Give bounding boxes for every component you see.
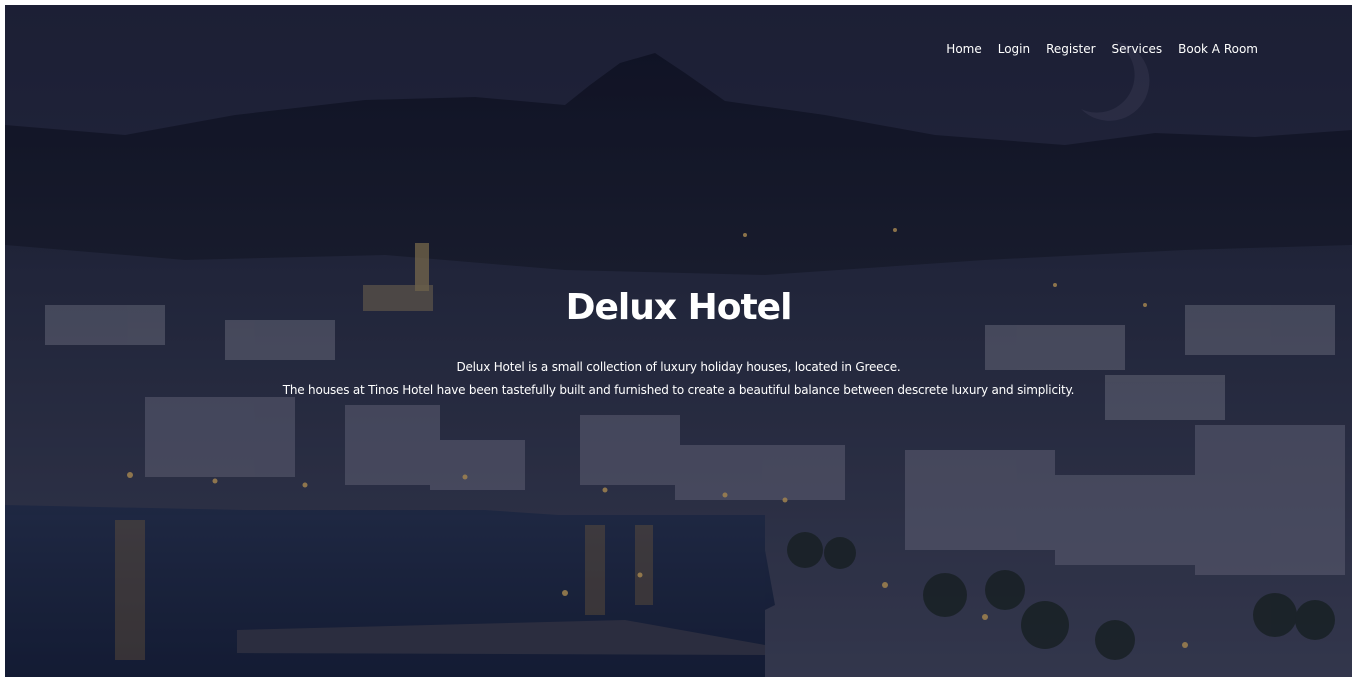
- hero-description-line-1: Delux Hotel is a small collection of lux…: [456, 360, 901, 374]
- top-navigation: Home Login Register Services Book A Room: [938, 38, 1266, 60]
- nav-login-link[interactable]: Login: [990, 38, 1038, 60]
- hero-title: Delux Hotel: [565, 287, 793, 328]
- nav-services-link[interactable]: Services: [1104, 38, 1171, 60]
- hero-content: Delux Hotel Delux Hotel is a small colle…: [5, 280, 1352, 402]
- nav-book-a-room-link[interactable]: Book A Room: [1170, 38, 1266, 60]
- hero-section: Home Login Register Services Book A Room…: [5, 5, 1352, 677]
- nav-register-link[interactable]: Register: [1038, 38, 1103, 60]
- hero-description-line-2: The houses at Tinos Hotel have been tast…: [282, 383, 1075, 397]
- nav-home-link[interactable]: Home: [938, 38, 989, 60]
